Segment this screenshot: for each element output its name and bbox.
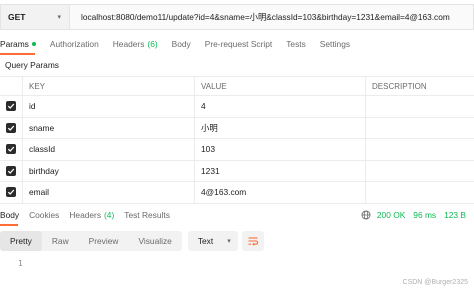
param-value[interactable]: 4@163.com	[195, 182, 366, 203]
active-tab-underline	[0, 53, 35, 55]
preview-button[interactable]: Preview	[79, 231, 129, 251]
active-response-tab-underline	[0, 224, 18, 226]
param-checkbox[interactable]	[6, 101, 16, 112]
check-cell	[0, 96, 23, 117]
view-mode-group: Pretty Raw Preview Visualize	[0, 231, 182, 251]
tab-tests-label: Tests	[286, 39, 306, 49]
param-key[interactable]: classId	[23, 139, 195, 160]
format-bar: Pretty Raw Preview Visualize Text ▾	[0, 231, 264, 251]
query-params-heading: Query Params	[5, 60, 59, 70]
check-icon	[7, 168, 15, 174]
params-indicator-dot	[31, 42, 36, 46]
tab-settings[interactable]: Settings	[320, 39, 350, 49]
param-checkbox[interactable]	[6, 144, 16, 155]
tab-headers-label: Headers	[112, 39, 145, 49]
tab-params[interactable]: Params	[0, 39, 36, 49]
check-cell	[0, 182, 23, 203]
tab-headers-count: (6)	[147, 39, 158, 49]
param-checkbox[interactable]	[6, 122, 16, 133]
status-code[interactable]: 200 OK	[377, 210, 405, 220]
check-icon	[7, 146, 15, 153]
tab-tests[interactable]: Tests	[286, 39, 306, 49]
param-description[interactable]	[366, 139, 474, 160]
header-check-cell	[0, 77, 23, 95]
pretty-button[interactable]: Pretty	[0, 231, 42, 251]
param-key[interactable]: id	[23, 96, 195, 117]
tab-authorization-label: Authorization	[49, 39, 99, 49]
param-description[interactable]	[366, 182, 474, 203]
globe-icon[interactable]	[361, 210, 371, 220]
param-key[interactable]: birthday	[23, 160, 195, 181]
request-bar: GET ▾ localhost:8080/demo11/update?id=4&…	[0, 4, 474, 30]
param-value[interactable]: 103	[195, 139, 366, 160]
response-body-editor[interactable]: 1	[18, 259, 23, 268]
param-key[interactable]: email	[23, 182, 195, 203]
param-value[interactable]: 4	[195, 96, 366, 117]
response-size[interactable]: 123 B	[444, 210, 466, 220]
line-number: 1	[18, 259, 23, 268]
param-key[interactable]: sname	[23, 117, 195, 138]
column-header-description: DESCRIPTION	[372, 81, 427, 91]
params-table: KEY VALUE DESCRIPTION id 4 sname 小明 clas…	[0, 76, 474, 204]
check-cell	[0, 117, 23, 138]
format-type-label: Text	[197, 236, 214, 246]
tab-pre-request-script-label: Pre-request Script	[204, 39, 273, 49]
check-icon	[7, 125, 15, 131]
chevron-down-icon: ▾	[227, 238, 231, 245]
table-row: sname 小明	[0, 117, 474, 139]
tab-pre-request-script[interactable]: Pre-request Script	[205, 39, 273, 49]
raw-button[interactable]: Raw	[42, 231, 79, 251]
tab-settings-label: Settings	[319, 39, 351, 49]
request-tabs: Params Authorization Headers (6) Body Pr…	[0, 36, 364, 52]
wrap-lines-button[interactable]	[241, 231, 264, 251]
param-checkbox[interactable]	[6, 165, 16, 176]
method-select[interactable]: GET ▾	[0, 4, 70, 30]
response-time[interactable]: 96 ms	[413, 210, 436, 220]
param-value[interactable]: 1231	[195, 160, 366, 181]
check-icon	[7, 189, 15, 196]
response-tab-headers-label: Headers	[69, 210, 102, 220]
watermark: CSDN @Burger2325	[402, 279, 468, 286]
response-tab-cookies[interactable]: Cookies	[29, 210, 59, 220]
tab-params-label: Params	[0, 39, 29, 49]
chevron-down-icon: ▾	[57, 14, 61, 21]
response-tab-headers[interactable]: Headers (4)	[69, 210, 114, 220]
column-header-value: VALUE	[195, 77, 366, 95]
method-label: GET	[8, 12, 26, 22]
response-tab-test-results-label: Test Results	[124, 210, 170, 220]
response-tab-cookies-label: Cookies	[29, 210, 60, 220]
tab-body[interactable]: Body	[172, 39, 191, 49]
response-tab-test-results[interactable]: Test Results	[124, 210, 170, 220]
response-status: 200 OK 96 ms 123 B	[361, 208, 466, 222]
response-tab-body-label: Body	[0, 210, 20, 220]
tab-headers[interactable]: Headers (6)	[113, 39, 158, 49]
tab-authorization[interactable]: Authorization	[50, 39, 99, 49]
table-row: classId 103	[0, 139, 474, 161]
visualize-button[interactable]: Visualize	[128, 231, 181, 251]
check-cell	[0, 139, 23, 160]
check-icon	[7, 103, 15, 110]
table-row: email 4@163.com	[0, 182, 474, 204]
response-tabs: Body Cookies Headers (4) Test Results	[0, 208, 180, 222]
table-row: birthday 1231	[0, 160, 474, 182]
column-header-key: KEY	[23, 77, 195, 95]
wrap-lines-icon	[248, 237, 258, 246]
response-tab-body[interactable]: Body	[0, 210, 19, 220]
tab-body-label: Body	[171, 39, 191, 49]
param-checkbox[interactable]	[6, 187, 16, 198]
table-header-row: KEY VALUE DESCRIPTION	[0, 76, 474, 96]
param-description[interactable]	[366, 118, 474, 139]
response-tab-headers-count: (4)	[104, 210, 115, 220]
url-input[interactable]: localhost:8080/demo11/update?id=4&sname=…	[70, 4, 474, 30]
table-row: id 4	[0, 96, 474, 118]
format-type-select[interactable]: Text ▾	[187, 231, 238, 251]
param-description[interactable]	[366, 96, 474, 117]
param-value[interactable]: 小明	[195, 117, 366, 138]
check-cell	[0, 160, 23, 181]
param-description[interactable]	[366, 161, 474, 182]
